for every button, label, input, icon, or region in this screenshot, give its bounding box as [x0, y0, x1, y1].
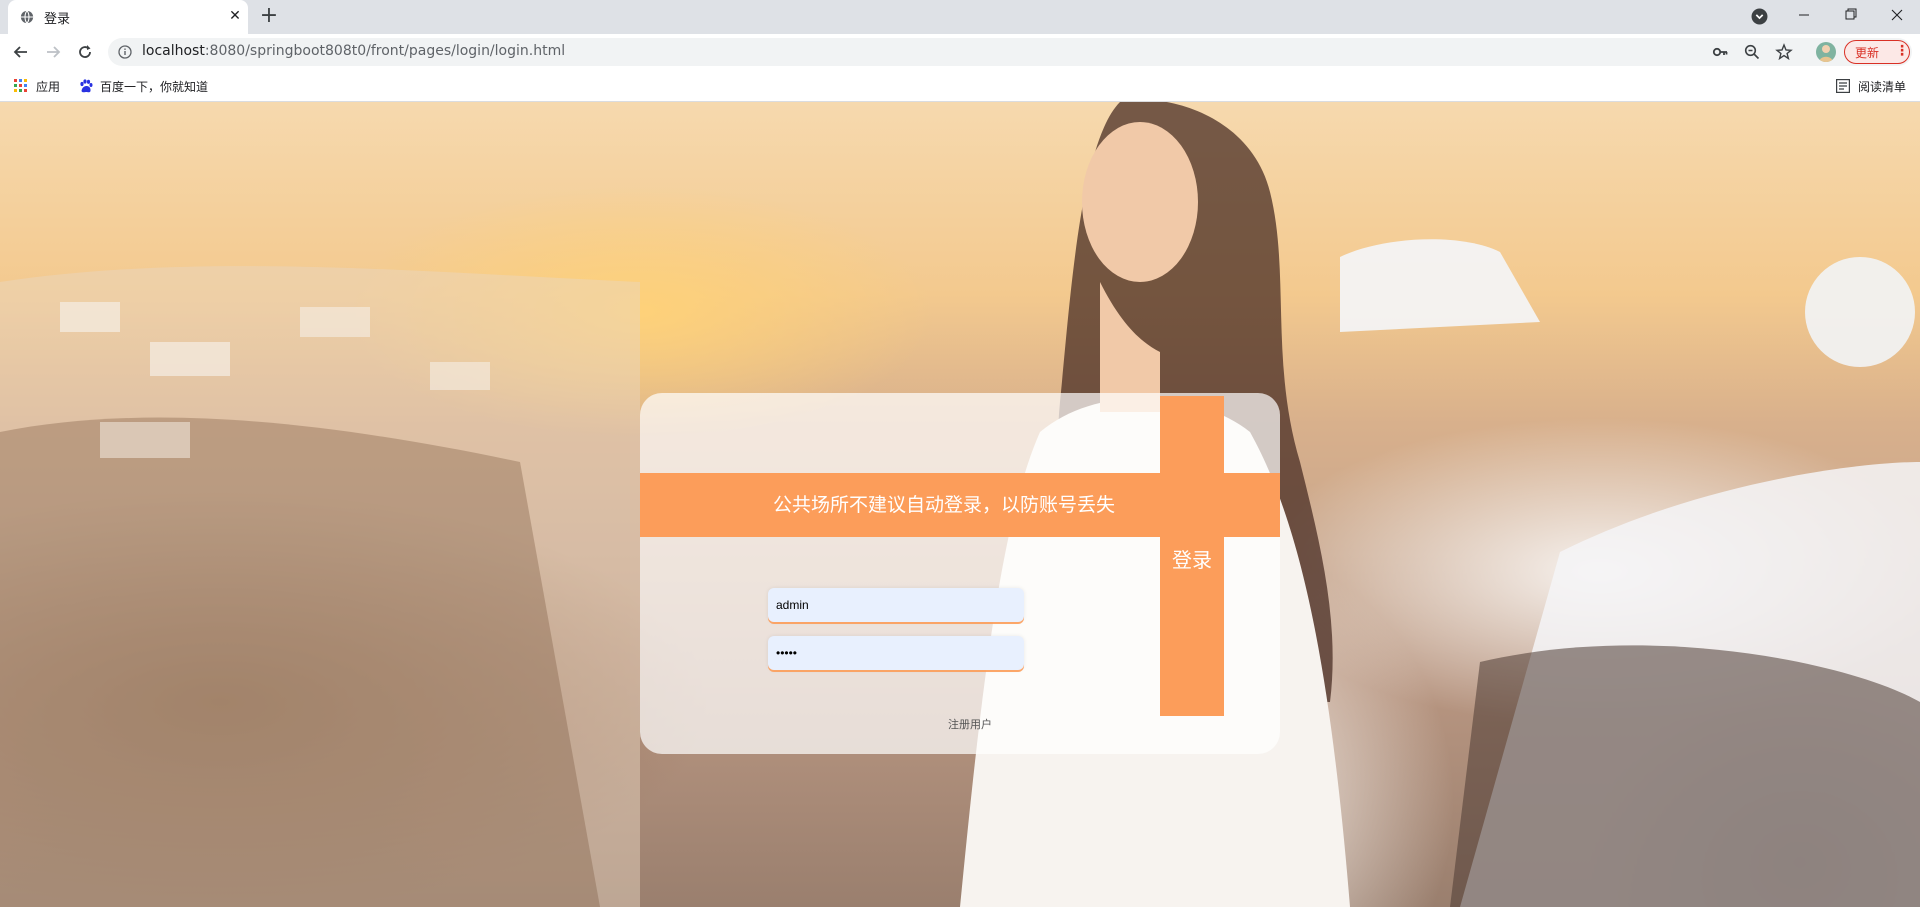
update-label: 更新: [1855, 46, 1880, 60]
tab-title: 登录: [44, 12, 71, 27]
avatar-icon: [1819, 45, 1833, 62]
login-page: 公共场所不建议自动登录，以防账号丢失 登录 注册用户: [0, 102, 1920, 907]
back-arrow-icon[interactable]: [11, 42, 31, 62]
zoom-icon[interactable]: [1743, 43, 1761, 61]
url-host: localhost: [142, 43, 205, 59]
bookmarks-bar: 应用 百度一下，你就知道 阅读清单: [0, 70, 1920, 102]
baidu-paw-icon: [80, 79, 93, 93]
bookmark-baidu[interactable]: 百度一下，你就知道: [78, 77, 228, 95]
close-window-button[interactable]: [1874, 0, 1920, 30]
bookmark-apps[interactable]: 应用: [14, 77, 74, 95]
bookmark-label: 应用: [36, 80, 61, 94]
url-path: :8080/springboot808t0/front/pages/login/…: [204, 43, 566, 59]
new-tab-button[interactable]: +: [258, 5, 280, 28]
reading-list-label: 阅读清单: [1858, 80, 1907, 94]
browser-toolbar: localhost:8080/springboot808t0/front/pag…: [0, 34, 1920, 70]
register-link[interactable]: 注册用户: [948, 716, 992, 732]
close-tab-icon[interactable]: ✕: [226, 7, 244, 25]
restore-window-button[interactable]: [1828, 0, 1874, 30]
reading-list-icon: [1836, 79, 1850, 93]
username-input[interactable]: [768, 588, 1024, 622]
reading-list-button[interactable]: 阅读清单: [1836, 77, 1916, 95]
login-card: 公共场所不建议自动登录，以防账号丢失 登录 注册用户: [640, 393, 1280, 754]
minimize-window-button[interactable]: [1781, 0, 1827, 30]
apps-grid-icon: [14, 79, 27, 92]
key-icon[interactable]: [1711, 43, 1729, 61]
site-info-icon[interactable]: [118, 45, 132, 59]
reload-icon[interactable]: [75, 42, 95, 62]
bookmark-label: 百度一下，你就知道: [100, 80, 209, 94]
tab-search-icon[interactable]: [1751, 8, 1768, 25]
tab-strip: 登录 ✕ +: [0, 0, 1920, 34]
password-input[interactable]: [768, 636, 1024, 670]
login-button[interactable]: 登录: [1160, 396, 1224, 716]
more-menu-icon[interactable]: ⋮: [1895, 43, 1909, 59]
browser-tab-active[interactable]: 登录 ✕: [8, 0, 248, 34]
bookmark-star-icon[interactable]: [1775, 43, 1793, 61]
update-button[interactable]: 更新 ⋮: [1844, 40, 1910, 64]
globe-icon: [20, 10, 34, 24]
forward-arrow-icon[interactable]: [43, 42, 63, 62]
address-bar[interactable]: localhost:8080/springboot808t0/front/pag…: [108, 38, 1912, 66]
url-text[interactable]: localhost:8080/springboot808t0/front/pag…: [142, 43, 565, 59]
profile-avatar[interactable]: [1816, 42, 1836, 62]
login-button-label: 登录: [1172, 548, 1212, 572]
